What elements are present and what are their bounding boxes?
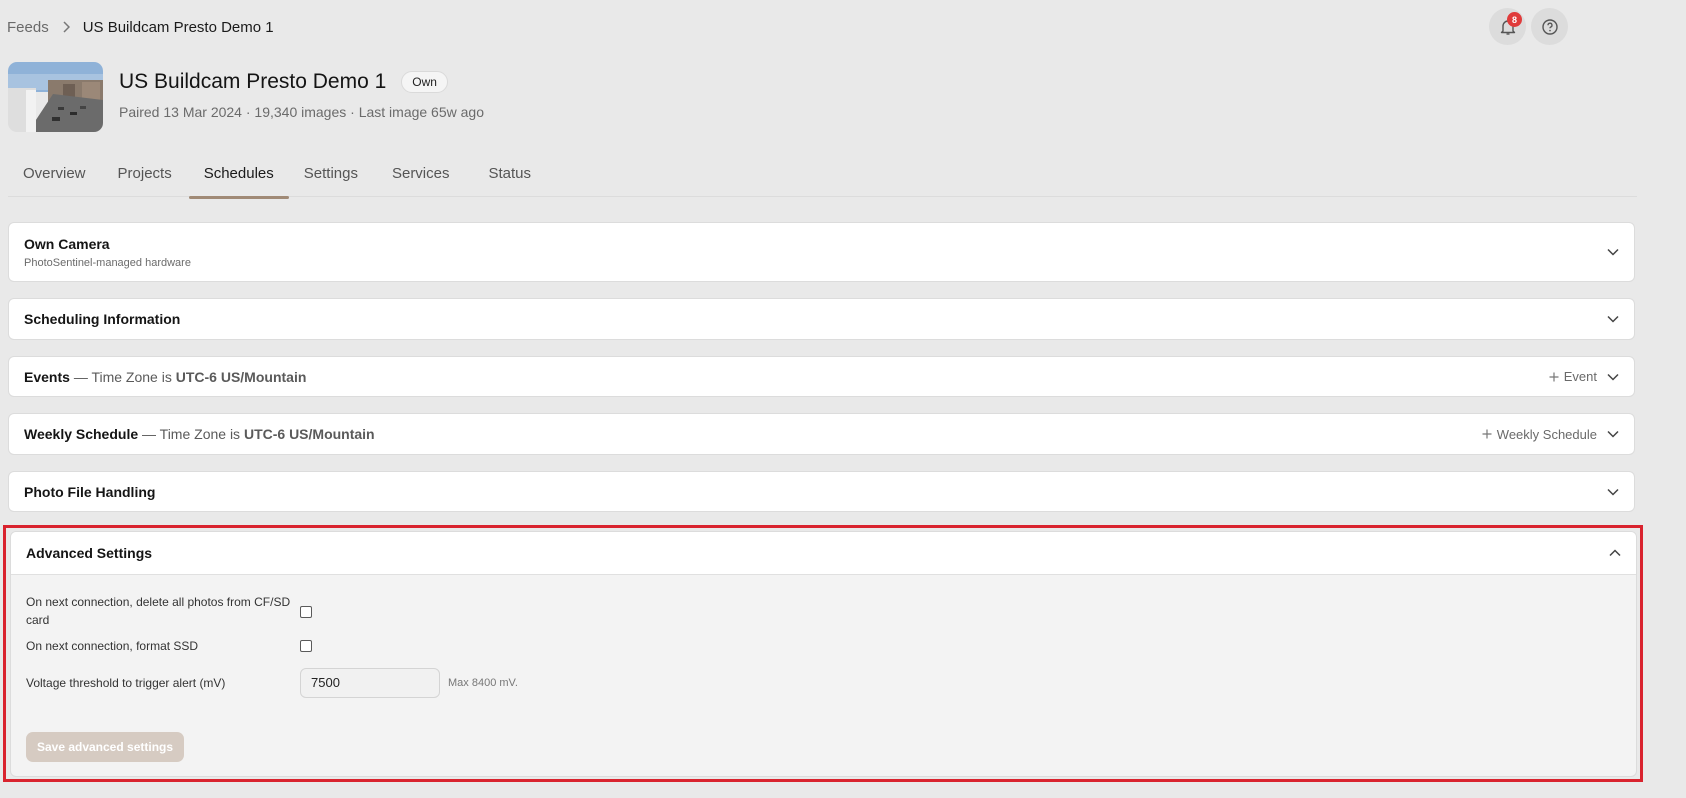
delete-photos-row: On next connection, delete all photos fr…	[26, 593, 312, 629]
add-weekly-schedule-label: Weekly Schedule	[1496, 426, 1597, 442]
tab-schedules[interactable]: Schedules	[188, 158, 289, 199]
breadcrumb-current: US Buildcam Presto Demo 1	[82, 18, 274, 36]
weekly-schedule-section[interactable]: Weekly Schedule — Time Zone is UTC-6 US/…	[8, 413, 1635, 455]
chevron-down-icon[interactable]	[1607, 373, 1619, 381]
section-title: Own Camera	[24, 235, 110, 252]
voltage-threshold-input[interactable]: 7500	[300, 668, 440, 698]
timezone-value: UTC-6 US/Mountain	[243, 426, 375, 442]
highlight-box: Advanced Settings On next connection, de…	[3, 525, 1643, 782]
page: Feeds US Buildcam Presto Demo 1 8 US Bui…	[0, 0, 1686, 798]
breadcrumb: Feeds US Buildcam Presto Demo 1	[7, 17, 274, 37]
plus-icon	[1549, 372, 1559, 382]
chevron-down-icon[interactable]	[1607, 248, 1619, 256]
chevron-right-icon	[62, 21, 70, 33]
add-weekly-schedule-button[interactable]: Weekly Schedule	[1482, 427, 1597, 442]
format-ssd-row: On next connection, format SSD	[26, 637, 312, 655]
chevron-up-icon[interactable]	[1609, 549, 1621, 557]
help-icon	[1541, 18, 1559, 36]
voltage-threshold-label: Voltage threshold to trigger alert (mV)	[26, 676, 226, 690]
section-title: Weekly Schedule	[24, 426, 139, 442]
format-ssd-checkbox[interactable]	[300, 640, 312, 652]
breadcrumb-feeds-link[interactable]: Feeds	[7, 19, 49, 36]
format-ssd-label: On next connection, format SSD	[26, 639, 199, 653]
tab-bar: Overview Projects Schedules Settings Ser…	[8, 158, 1637, 199]
voltage-max-hint: Max 8400 mV.	[448, 677, 518, 689]
events-section[interactable]: Events — Time Zone is UTC-6 US/Mountain …	[8, 356, 1635, 397]
voltage-threshold-row: Voltage threshold to trigger alert (mV) …	[26, 668, 518, 698]
ownership-badge: Own	[401, 71, 448, 93]
plus-icon	[1482, 429, 1492, 439]
own-camera-section[interactable]: Own Camera PhotoSentinel-managed hardwar…	[8, 222, 1635, 282]
chevron-down-icon[interactable]	[1607, 430, 1619, 438]
help-button[interactable]	[1531, 8, 1568, 45]
add-event-label: Event	[1563, 369, 1597, 384]
notifications-button[interactable]: 8	[1489, 8, 1526, 45]
delete-photos-checkbox[interactable]	[300, 606, 312, 618]
tab-status[interactable]: Status	[474, 158, 547, 197]
scheduling-information-section[interactable]: Scheduling Information	[8, 298, 1635, 340]
tab-projects[interactable]: Projects	[103, 158, 187, 197]
feed-meta: Paired 13 Mar 2024 · 19,340 images · Las…	[119, 104, 484, 120]
add-event-button[interactable]: Event	[1549, 369, 1597, 384]
section-title: Events	[24, 368, 70, 385]
photo-file-handling-section[interactable]: Photo File Handling	[8, 471, 1635, 512]
chevron-down-icon[interactable]	[1607, 488, 1619, 496]
advanced-settings-section: Advanced Settings On next connection, de…	[10, 531, 1637, 777]
advanced-settings-header[interactable]: Advanced Settings	[11, 532, 1636, 575]
delete-photos-label: On next connection, delete all photos fr…	[26, 595, 291, 627]
tab-settings[interactable]: Settings	[289, 158, 373, 197]
section-title: Photo File Handling	[24, 483, 156, 500]
feed-header: US Buildcam Presto Demo 1 Own Paired 13 …	[8, 62, 484, 132]
camera-thumbnail[interactable]	[8, 62, 103, 132]
page-title: US Buildcam Presto Demo 1	[119, 70, 387, 93]
timezone-value: UTC-6 US/Mountain	[175, 368, 307, 385]
section-subtitle: PhotoSentinel-managed hardware	[24, 256, 191, 269]
section-title: Advanced Settings	[26, 545, 153, 561]
section-title: Scheduling Information	[24, 311, 181, 327]
notification-count-badge: 8	[1507, 12, 1522, 27]
timezone-prefix: — Time Zone is	[73, 368, 172, 385]
tab-overview[interactable]: Overview	[8, 158, 101, 197]
chevron-down-icon[interactable]	[1607, 315, 1619, 323]
save-advanced-settings-button[interactable]: Save advanced settings	[26, 732, 184, 762]
top-actions: 8	[1489, 8, 1568, 45]
tab-services[interactable]: Services	[377, 158, 465, 197]
timezone-prefix: — Time Zone is	[142, 426, 241, 442]
